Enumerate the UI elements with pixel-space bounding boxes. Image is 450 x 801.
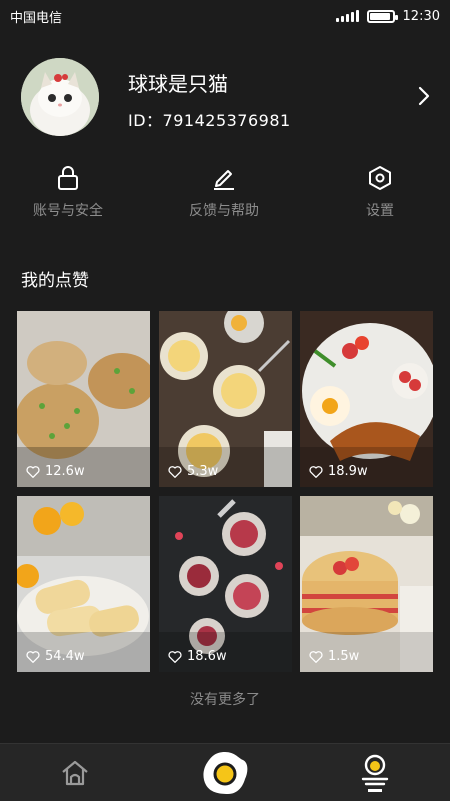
like-count-value: 1.5w bbox=[328, 649, 360, 664]
battery-icon bbox=[366, 9, 398, 23]
like-count-value: 54.4w bbox=[45, 649, 85, 664]
heart-icon bbox=[26, 466, 40, 478]
post-card[interactable]: 1.5w bbox=[300, 496, 433, 672]
settings-icon bbox=[369, 166, 391, 190]
clock: 12:30 bbox=[402, 8, 440, 24]
food-photo bbox=[159, 496, 292, 672]
no-more-label: 没有更多了 bbox=[190, 692, 260, 708]
like-count[interactable]: 18.9w bbox=[309, 464, 368, 479]
heart-icon bbox=[309, 466, 323, 478]
heart-icon bbox=[26, 651, 40, 663]
post-card[interactable]: 54.4w bbox=[17, 496, 150, 672]
like-count[interactable]: 54.4w bbox=[26, 649, 85, 664]
post-card[interactable]: 18.9w bbox=[300, 311, 433, 487]
like-count-value: 5.3w bbox=[187, 464, 219, 479]
edit-icon bbox=[214, 170, 234, 190]
like-count-value: 18.9w bbox=[328, 464, 368, 479]
status-bar: 中国电信 12:30 bbox=[0, 0, 450, 32]
account-security-label: 账号与安全 bbox=[33, 203, 103, 219]
like-count-value: 18.6w bbox=[187, 649, 227, 664]
food-photo bbox=[159, 311, 292, 487]
feedback-help-label: 反馈与帮助 bbox=[189, 203, 259, 219]
username: 球球是只猫 bbox=[128, 72, 228, 96]
settings-label: 设置 bbox=[366, 203, 394, 219]
profile-icon bbox=[361, 754, 389, 792]
section-title: 我的点赞 bbox=[21, 271, 89, 291]
cat-avatar-image bbox=[21, 58, 99, 136]
signal-icon bbox=[335, 10, 359, 22]
chevron-right-icon[interactable] bbox=[412, 84, 436, 108]
egg-icon bbox=[203, 751, 248, 794]
tab-profile[interactable] bbox=[350, 744, 400, 801]
like-count[interactable]: 1.5w bbox=[309, 649, 359, 664]
home-icon bbox=[62, 760, 88, 785]
user-id: ID：791425376981 bbox=[128, 111, 291, 130]
food-photo bbox=[17, 496, 150, 672]
quick-actions: 账号与安全 反馈与帮助 设置 bbox=[0, 164, 450, 224]
account-security-button[interactable]: 账号与安全 bbox=[8, 164, 128, 220]
heart-icon bbox=[168, 466, 182, 478]
avatar[interactable] bbox=[21, 58, 99, 136]
like-count-value: 12.6w bbox=[45, 464, 85, 479]
like-count[interactable]: 12.6w bbox=[26, 464, 85, 479]
profile-header[interactable]: 球球是只猫 ID：791425376981 bbox=[0, 58, 450, 138]
tab-home[interactable] bbox=[50, 744, 100, 801]
heart-icon bbox=[309, 651, 323, 663]
post-card[interactable]: 5.3w bbox=[159, 311, 292, 487]
food-photo bbox=[300, 311, 433, 487]
like-count[interactable]: 18.6w bbox=[168, 649, 227, 664]
bottom-tab-bar bbox=[0, 743, 450, 801]
carrier-label: 中国电信 bbox=[10, 10, 63, 26]
food-photo bbox=[17, 311, 150, 487]
food-photo bbox=[300, 496, 433, 672]
post-card[interactable]: 12.6w bbox=[17, 311, 150, 487]
heart-icon bbox=[168, 651, 182, 663]
post-card[interactable]: 18.6w bbox=[159, 496, 292, 672]
lock-icon bbox=[58, 166, 78, 190]
tab-discover[interactable] bbox=[195, 744, 255, 801]
like-count[interactable]: 5.3w bbox=[168, 464, 218, 479]
status-indicators: 12:30 bbox=[335, 8, 440, 24]
feedback-help-button[interactable]: 反馈与帮助 bbox=[164, 164, 284, 220]
settings-button[interactable]: 设置 bbox=[320, 164, 440, 220]
